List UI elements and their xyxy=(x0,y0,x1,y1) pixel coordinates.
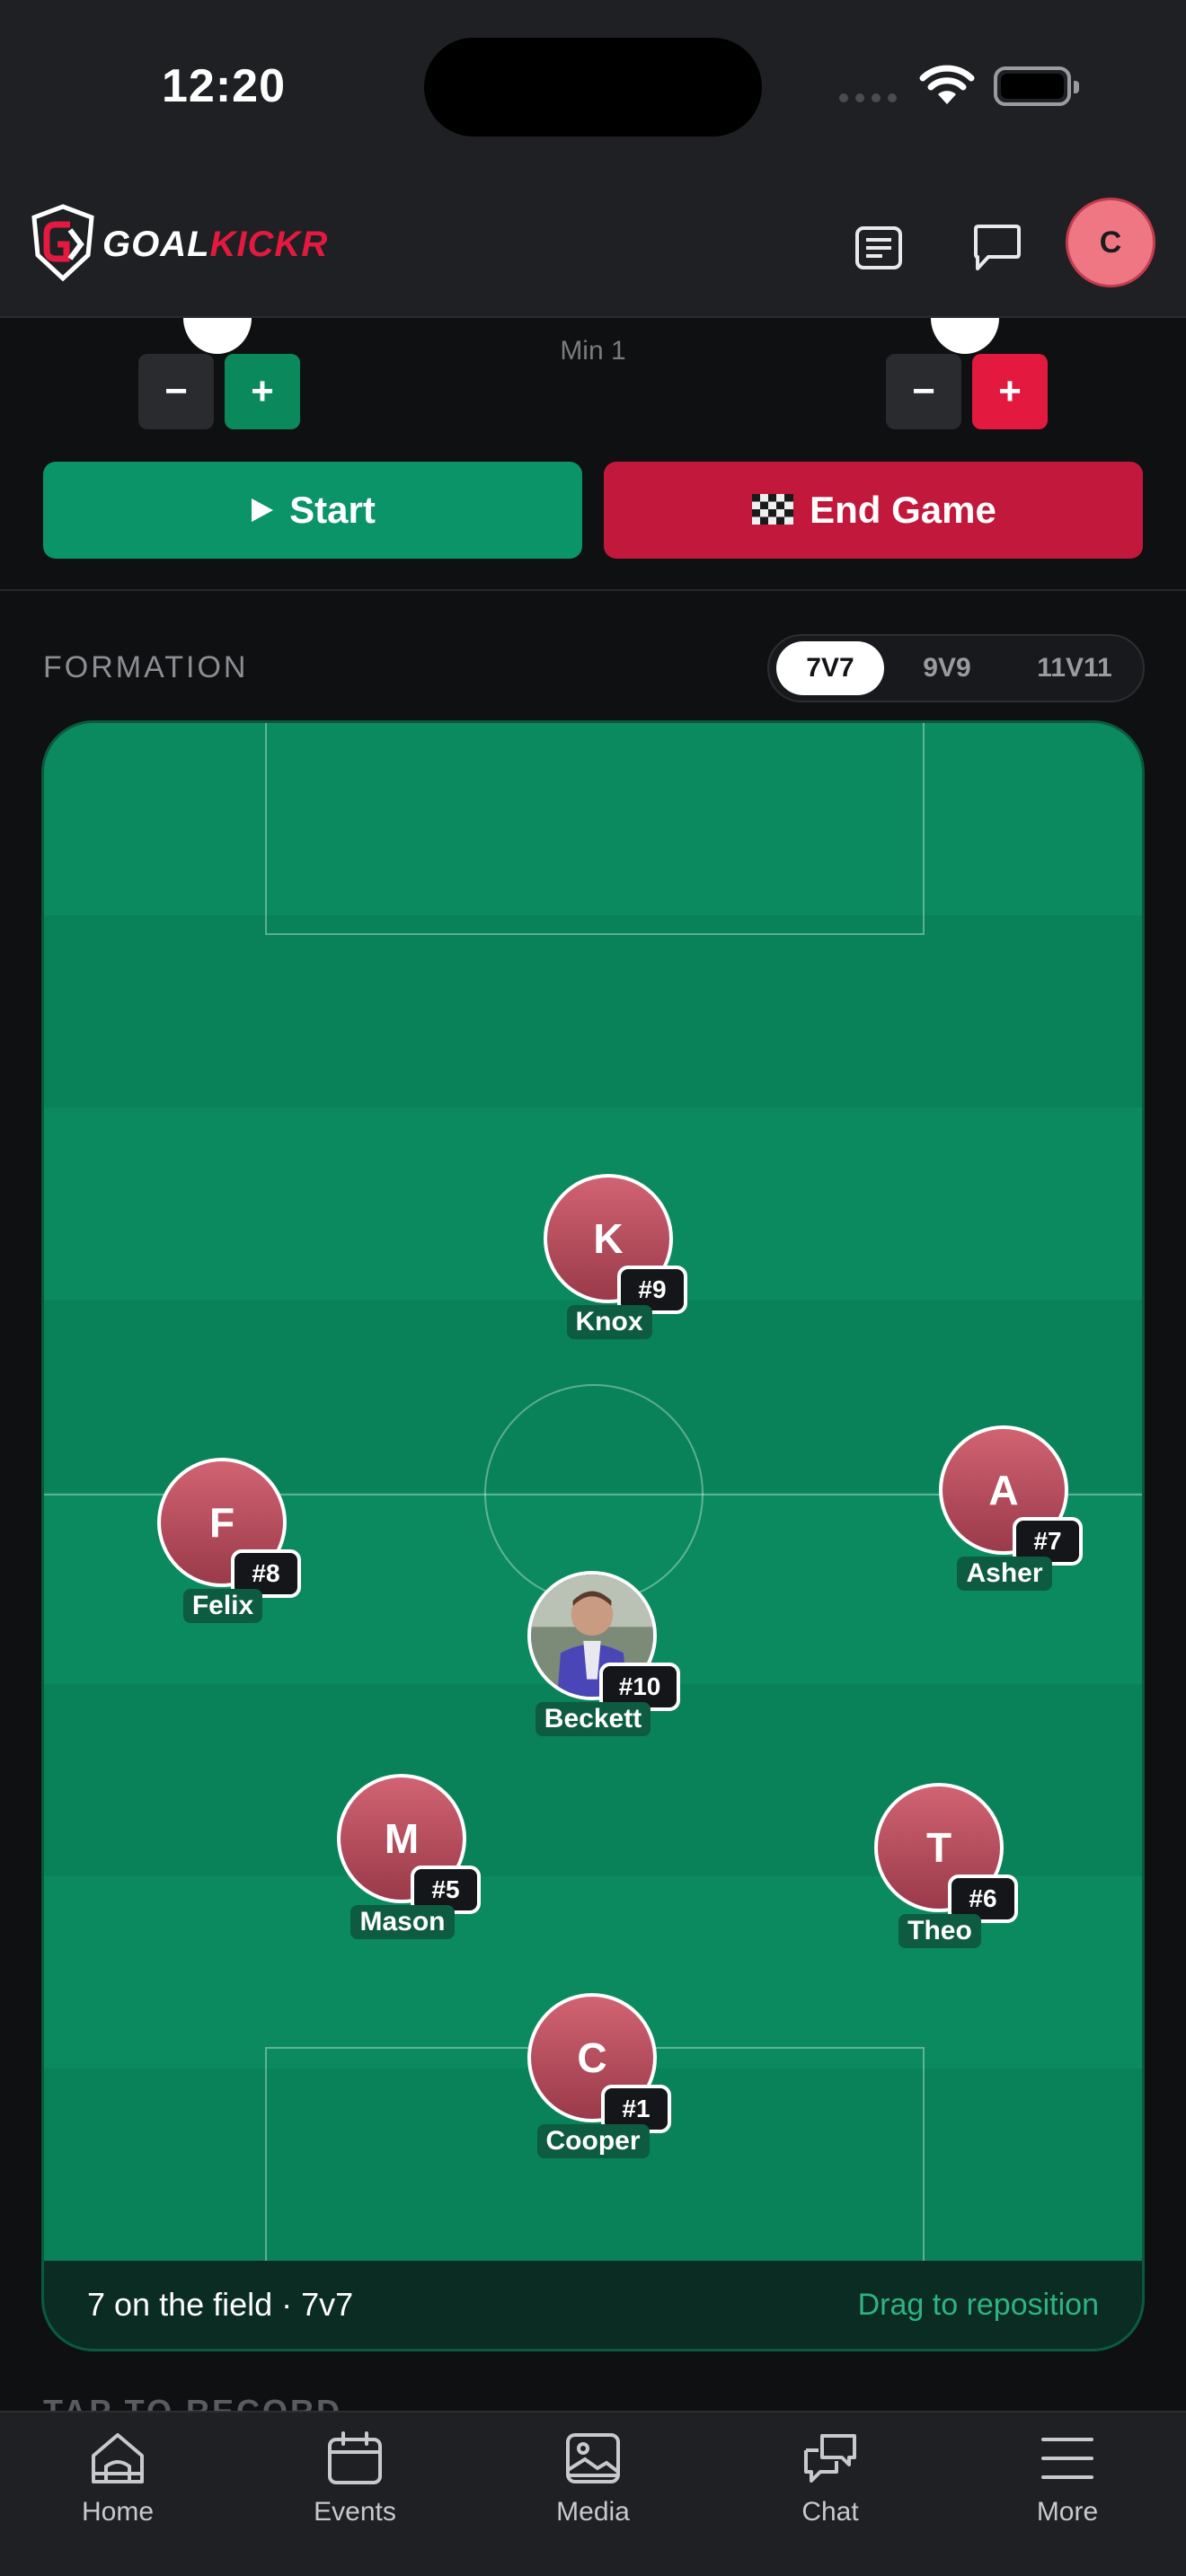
tab-label: Events xyxy=(314,2497,396,2527)
home-icon xyxy=(92,2433,144,2483)
pitch-footer: 7 on the field · 7v7 Drag to reposition xyxy=(44,2261,1142,2349)
bottom-tab-bar: Home Events Media Chat More xyxy=(0,2411,1186,2576)
player-token-mason[interactable]: M #5 Mason xyxy=(301,1774,499,1954)
home-score-increment-button[interactable]: + xyxy=(225,354,300,429)
calendar-icon xyxy=(328,2431,382,2484)
battery-icon xyxy=(994,66,1079,106)
top-penalty-box xyxy=(265,723,925,935)
menu-icon xyxy=(1041,2438,1093,2479)
tab-events[interactable]: Events xyxy=(265,2430,445,2527)
end-game-button[interactable]: End Game xyxy=(604,462,1143,559)
chat-icon xyxy=(804,2434,856,2483)
player-token-knox[interactable]: K #9 Knox xyxy=(508,1174,705,1354)
play-icon xyxy=(252,498,274,522)
tab-home[interactable]: Home xyxy=(28,2430,208,2527)
formation-selector: 7V7 9V9 11V11 xyxy=(767,634,1145,702)
message-icon xyxy=(974,225,1021,270)
messages-button[interactable] xyxy=(961,212,1033,284)
away-team-badge xyxy=(931,318,999,354)
dynamic-island xyxy=(424,38,762,137)
player-token-beckett[interactable]: #10 Beckett xyxy=(491,1571,689,1751)
player-token-asher[interactable]: A #7 Asher xyxy=(903,1425,1101,1605)
tab-label: Home xyxy=(81,2497,155,2527)
player-name: Cooper xyxy=(536,2124,650,2158)
player-name: Mason xyxy=(350,1905,455,1939)
status-time: 12:20 xyxy=(162,60,286,112)
drag-hint: Drag to reposition xyxy=(857,2288,1099,2322)
formation-option-11v11[interactable]: 11V11 xyxy=(1012,641,1137,695)
avatar[interactable]: C xyxy=(1066,198,1155,287)
player-name: Theo xyxy=(898,1914,981,1948)
tab-label: More xyxy=(1036,2497,1099,2527)
score-controls: − + Min 1 − + Start End Game xyxy=(0,318,1186,591)
match-minute: Min 1 xyxy=(560,336,626,366)
player-token-cooper[interactable]: C #1 Cooper xyxy=(491,1993,689,2173)
formation-option-9v9[interactable]: 9V9 xyxy=(893,641,1001,695)
tab-more[interactable]: More xyxy=(978,2430,1157,2527)
player-name: Felix xyxy=(182,1589,263,1623)
formation-heading: FORMATION xyxy=(43,650,249,684)
formation-pitch: K #9 Knox F #8 Felix A #7 Asher #10 Beck… xyxy=(41,720,1145,2351)
player-name: Asher xyxy=(957,1557,1052,1591)
checkered-flag-icon xyxy=(752,494,794,525)
start-button-label: Start xyxy=(289,489,376,531)
wifi-icon xyxy=(919,65,975,104)
document-icon xyxy=(855,226,902,269)
tab-media[interactable]: Media xyxy=(503,2430,683,2527)
tab-label: Media xyxy=(556,2497,630,2527)
home-score-decrement-button[interactable]: − xyxy=(138,354,214,429)
away-score-increment-button[interactable]: + xyxy=(972,354,1048,429)
away-score-decrement-button[interactable]: − xyxy=(886,354,961,429)
notes-button[interactable] xyxy=(843,212,915,284)
tab-label: Chat xyxy=(801,2497,859,2527)
formation-option-7v7[interactable]: 7V7 xyxy=(776,641,884,695)
player-token-theo[interactable]: T #6 Theo xyxy=(838,1783,1036,1963)
home-team-badge xyxy=(183,318,252,354)
brand-wordmark: GOALKICKR xyxy=(102,225,329,264)
player-name: Beckett xyxy=(535,1702,651,1736)
player-token-felix[interactable]: F #8 Felix xyxy=(121,1458,319,1637)
status-bar: 12:20 xyxy=(0,0,1186,180)
image-icon xyxy=(566,2433,620,2483)
goalkickr-logo-icon[interactable] xyxy=(29,203,97,282)
signal-icon xyxy=(839,93,897,102)
app-header: GOALKICKR C xyxy=(0,180,1186,318)
tab-chat[interactable]: Chat xyxy=(740,2430,920,2527)
end-game-label: End Game xyxy=(810,489,996,531)
player-name: Knox xyxy=(566,1305,652,1339)
player-count-text: 7 on the field · 7v7 xyxy=(87,2286,354,2323)
start-button[interactable]: Start xyxy=(43,462,582,559)
